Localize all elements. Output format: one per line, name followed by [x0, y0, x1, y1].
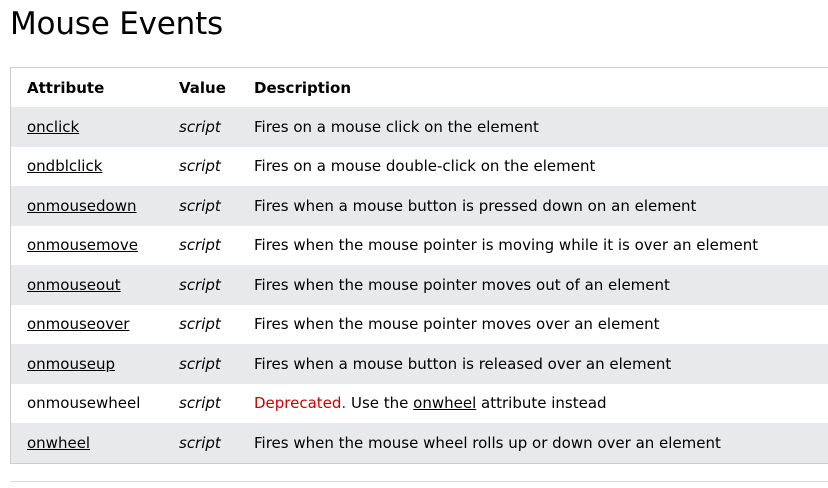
- table-row: onmousedown script Fires when a mouse bu…: [11, 186, 828, 226]
- description-cell: Fires when the mouse wheel rolls up or d…: [238, 423, 828, 463]
- value-cell: script: [163, 186, 238, 226]
- attribute-cell: ondblclick: [11, 146, 163, 186]
- attribute-cell: onmousewheel: [11, 383, 163, 423]
- table-row: onwheel script Fires when the mouse whee…: [11, 423, 828, 463]
- description-cell: Fires when the mouse pointer moves over …: [238, 304, 828, 344]
- table-header-row: Attribute Value Description: [11, 68, 828, 107]
- description-cell: Fires on a mouse click on the element: [238, 107, 828, 147]
- table-row: onclick script Fires on a mouse click on…: [11, 107, 828, 147]
- mouse-events-table: Attribute Value Description onclick scri…: [11, 68, 828, 463]
- description-text: attribute instead: [476, 394, 607, 413]
- value-cell: script: [163, 383, 238, 423]
- attribute-link-ondblclick[interactable]: ondblclick: [27, 157, 102, 175]
- attribute-link-onmouseup[interactable]: onmouseup: [27, 355, 115, 373]
- value-cell: script: [163, 423, 238, 463]
- value-cell: script: [163, 225, 238, 265]
- description-cell: Fires on a mouse double-click on the ele…: [238, 146, 828, 186]
- attribute-link-onmousemove[interactable]: onmousemove: [27, 236, 138, 254]
- attribute-link-onwheel[interactable]: onwheel: [27, 434, 90, 452]
- table-row: onmousewheel script Deprecated. Use the …: [11, 383, 828, 423]
- attribute-cell: onwheel: [11, 423, 163, 463]
- attribute-link-onmousedown[interactable]: onmousedown: [27, 197, 137, 215]
- value-cell: script: [163, 146, 238, 186]
- value-cell: script: [163, 265, 238, 305]
- onwheel-link[interactable]: onwheel: [413, 394, 476, 412]
- description-cell: Deprecated. Use the onwheel attribute in…: [238, 383, 828, 423]
- header-description: Description: [254, 78, 352, 97]
- table-row: ondblclick script Fires on a mouse doubl…: [11, 146, 828, 186]
- attribute-cell: onmousedown: [11, 186, 163, 226]
- description-text: Use the: [346, 394, 414, 413]
- attribute-cell: onmousemove: [11, 225, 163, 265]
- attribute-cell: onmouseout: [11, 265, 163, 305]
- attribute-cell: onmouseover: [11, 304, 163, 344]
- header-value: Value: [179, 78, 226, 97]
- description-cell: Fires when a mouse button is released ov…: [238, 344, 828, 384]
- page-title: Mouse Events: [10, 6, 223, 42]
- description-cell: Fires when a mouse button is pressed dow…: [238, 186, 828, 226]
- events-table-container: Attribute Value Description onclick scri…: [10, 67, 828, 464]
- table-row: onmouseout script Fires when the mouse p…: [11, 265, 828, 305]
- value-cell: script: [163, 107, 238, 147]
- attribute-cell: onclick: [11, 107, 163, 147]
- value-cell: script: [163, 344, 238, 384]
- attribute-cell: onmouseup: [11, 344, 163, 384]
- attribute-link-onmouseout[interactable]: onmouseout: [27, 276, 121, 294]
- deprecated-label: Deprecated.: [254, 394, 347, 413]
- description-cell: Fires when the mouse pointer is moving w…: [238, 225, 828, 265]
- divider: [10, 481, 828, 482]
- table-row: onmouseover script Fires when the mouse …: [11, 304, 828, 344]
- attribute-link-onclick[interactable]: onclick: [27, 118, 79, 136]
- table-row: onmousemove script Fires when the mouse …: [11, 225, 828, 265]
- attribute-link-onmouseover[interactable]: onmouseover: [27, 315, 129, 333]
- table-row: onmouseup script Fires when a mouse butt…: [11, 344, 828, 384]
- description-cell: Fires when the mouse pointer moves out o…: [238, 265, 828, 305]
- header-attribute: Attribute: [27, 78, 105, 97]
- value-cell: script: [163, 304, 238, 344]
